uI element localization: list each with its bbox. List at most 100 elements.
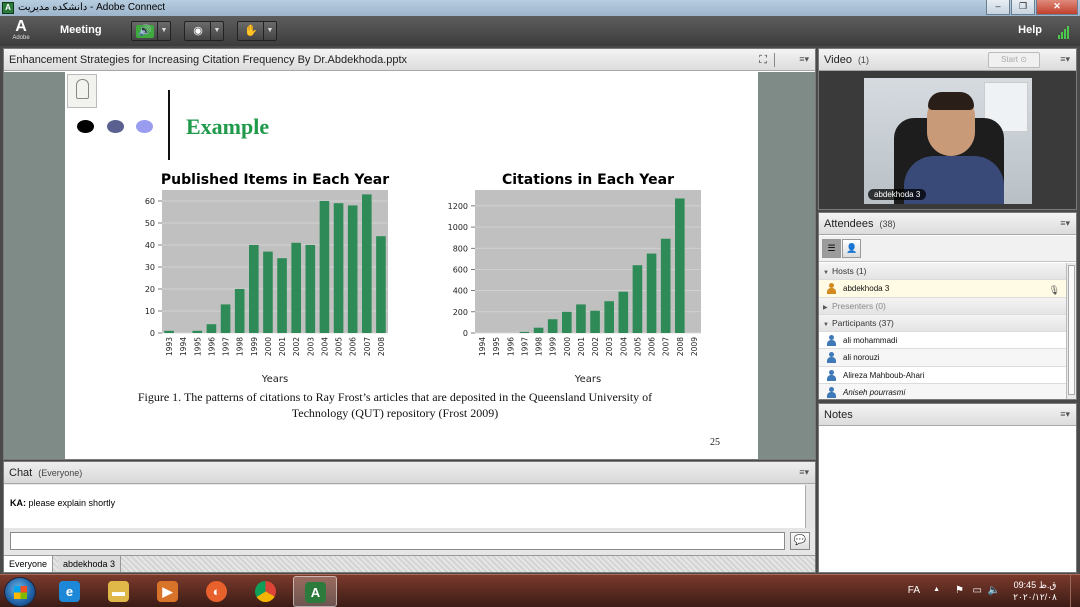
- user-list-icon: 👤: [846, 243, 858, 253]
- attendee-row[interactable]: ali mohammadi: [819, 332, 1066, 350]
- group-presenters[interactable]: ▶ Presenters (0): [819, 297, 1066, 315]
- folder-icon: ▬: [108, 581, 129, 602]
- action-center-icon[interactable]: ▭: [973, 585, 982, 596]
- send-message-button[interactable]: 💬: [790, 532, 810, 550]
- role-view-button[interactable]: 👤: [842, 239, 861, 258]
- chat-pod-header: Chat (Everyone) ≡▾: [4, 462, 815, 484]
- bar: [206, 324, 217, 333]
- attendee-list: ▼ Hosts (1) abdekhoda 3 🎙 ▶ Presenters (0)…: [819, 263, 1066, 399]
- x-tick-label: 2005: [633, 337, 642, 356]
- maximize-button[interactable]: ❐: [1011, 0, 1035, 15]
- chevron-down-icon[interactable]: ▼: [210, 22, 223, 40]
- pod-menu-icon[interactable]: ≡▾: [1060, 54, 1070, 65]
- tab-abdekhoda[interactable]: abdekhoda 3: [58, 556, 122, 572]
- bar: [547, 319, 558, 333]
- y-tick-label: 400: [453, 287, 468, 296]
- attendees-toolbar: ☰ 👤: [819, 236, 1076, 262]
- video-name-tag: abdekhoda 3: [868, 189, 927, 200]
- attendee-row[interactable]: ali norouzi: [819, 349, 1066, 367]
- x-tick-label: 1998: [535, 337, 544, 356]
- chat-messages: KA: please explain shortly: [4, 485, 807, 528]
- taskbar-app-media[interactable]: ▶: [146, 576, 190, 607]
- webcam-icon: ⊙: [1020, 55, 1027, 64]
- x-tick-label: 2002: [292, 337, 301, 356]
- volume-icon[interactable]: 🔈: [988, 585, 1000, 596]
- show-desktop-button[interactable]: [1070, 575, 1080, 607]
- x-tick-label: 2007: [363, 337, 372, 356]
- chat-input-row: 💬: [4, 528, 815, 555]
- start-button[interactable]: [4, 577, 36, 607]
- x-tick-label: 1995: [492, 337, 501, 356]
- minimize-button[interactable]: –: [986, 0, 1010, 15]
- group-participants[interactable]: ▼ Participants (37): [819, 314, 1066, 333]
- meeting-menu[interactable]: Meeting: [60, 24, 102, 36]
- taskbar-app-adobe-connect[interactable]: A: [293, 576, 337, 607]
- tab-everyone[interactable]: Everyone: [4, 556, 54, 572]
- start-webcam-button[interactable]: Start ⊙: [988, 52, 1040, 68]
- bullet-dot: [77, 120, 94, 133]
- attendee-scrollbar[interactable]: [1066, 263, 1076, 399]
- show-hidden-icons-icon[interactable]: ▲: [933, 586, 940, 593]
- share-pod-header: Enhancement Strategies for Increasing Ci…: [4, 49, 815, 71]
- taskbar-app-ie[interactable]: e: [48, 576, 92, 607]
- share-pod-title: Enhancement Strategies for Increasing Ci…: [9, 54, 408, 66]
- webcam-button[interactable]: ◉ ▼: [184, 21, 224, 41]
- list-view-button[interactable]: ☰: [822, 239, 841, 258]
- chevron-down-icon[interactable]: ▼: [263, 22, 276, 40]
- taskbar-app-explorer[interactable]: ▬: [97, 576, 141, 607]
- close-button[interactable]: ✕: [1036, 0, 1078, 15]
- bar: [533, 327, 544, 333]
- y-tick-label: 800: [453, 244, 468, 253]
- pod-menu-icon[interactable]: ≡▾: [1060, 409, 1070, 420]
- chat-pod: Chat (Everyone) ≡▾ KA: please explain sho…: [3, 461, 816, 573]
- notes-pod: Notes ≡▾: [818, 403, 1077, 573]
- user-icon: [827, 369, 836, 381]
- attendee-row[interactable]: Aniseh pourrasmi: [819, 384, 1066, 399]
- x-tick-label: 2000: [563, 337, 572, 356]
- bar: [347, 205, 358, 333]
- attendee-row[interactable]: abdekhoda 3 🎙: [819, 280, 1066, 298]
- language-indicator[interactable]: FA: [908, 585, 920, 596]
- network-warning-icon[interactable]: ⚑: [955, 585, 964, 596]
- x-tick-label: 2005: [335, 337, 344, 356]
- host-user-icon: [827, 283, 836, 295]
- video-count: (1): [857, 55, 869, 65]
- bar: [632, 265, 643, 333]
- chat-text: please explain shortly: [28, 498, 116, 508]
- notes-pod-header: Notes ≡▾: [819, 404, 1076, 426]
- bar: [263, 251, 273, 333]
- chat-sender: KA:: [10, 498, 26, 508]
- fullscreen-icon[interactable]: ⛶: [759, 54, 767, 67]
- university-logo: [67, 74, 97, 108]
- window-title-bar: A دانشکده مدیریت - Adobe Connect – ❐ ✕: [0, 0, 1080, 16]
- title-divider: [168, 90, 170, 160]
- x-tick-label: 2001: [577, 337, 586, 356]
- help-menu[interactable]: Help: [1018, 24, 1042, 36]
- share-stage: Example Published Items in Each Year 0 10 2…: [4, 72, 815, 459]
- notes-body[interactable]: [819, 427, 1076, 572]
- pod-menu-icon[interactable]: ≡▾: [799, 54, 809, 65]
- pod-menu-icon[interactable]: ≡▾: [799, 467, 809, 478]
- citations-chart: Citations in Each Year 0 200 400 600 800 1000 1…: [448, 172, 701, 385]
- taskbar-app-firefox[interactable]: ◐: [195, 576, 239, 607]
- attendee-row[interactable]: Alireza Mahboub-Ahari: [819, 366, 1066, 385]
- chat-input[interactable]: [10, 532, 785, 550]
- chat-scrollbar[interactable]: [805, 485, 815, 528]
- taskbar-app-chrome[interactable]: [244, 576, 288, 607]
- group-hosts[interactable]: ▼ Hosts (1): [819, 263, 1066, 281]
- chat-title: Chat: [9, 467, 33, 479]
- speaker-button[interactable]: 🔊 ▼: [131, 21, 171, 41]
- x-tick-label: 2007: [662, 337, 671, 356]
- raise-hand-button[interactable]: ✋ ▼: [237, 21, 277, 41]
- chart-title: Citations in Each Year: [502, 172, 674, 188]
- internet-explorer-icon: e: [59, 581, 80, 602]
- slide-title: Example: [186, 114, 270, 139]
- pod-menu-icon[interactable]: ≡▾: [1060, 218, 1070, 229]
- bullet-dot: [136, 120, 153, 133]
- clock-date: ۲۰۲۰/۱۲/۰۸: [1013, 592, 1057, 602]
- window-title: دانشکده مدیریت - Adobe Connect: [18, 2, 166, 13]
- taskbar-clock[interactable]: 09:45 ق.ظ ۲۰۲۰/۱۲/۰۸: [1010, 579, 1060, 603]
- bar: [376, 236, 386, 333]
- bar: [576, 304, 586, 333]
- chevron-down-icon[interactable]: ▼: [157, 22, 170, 40]
